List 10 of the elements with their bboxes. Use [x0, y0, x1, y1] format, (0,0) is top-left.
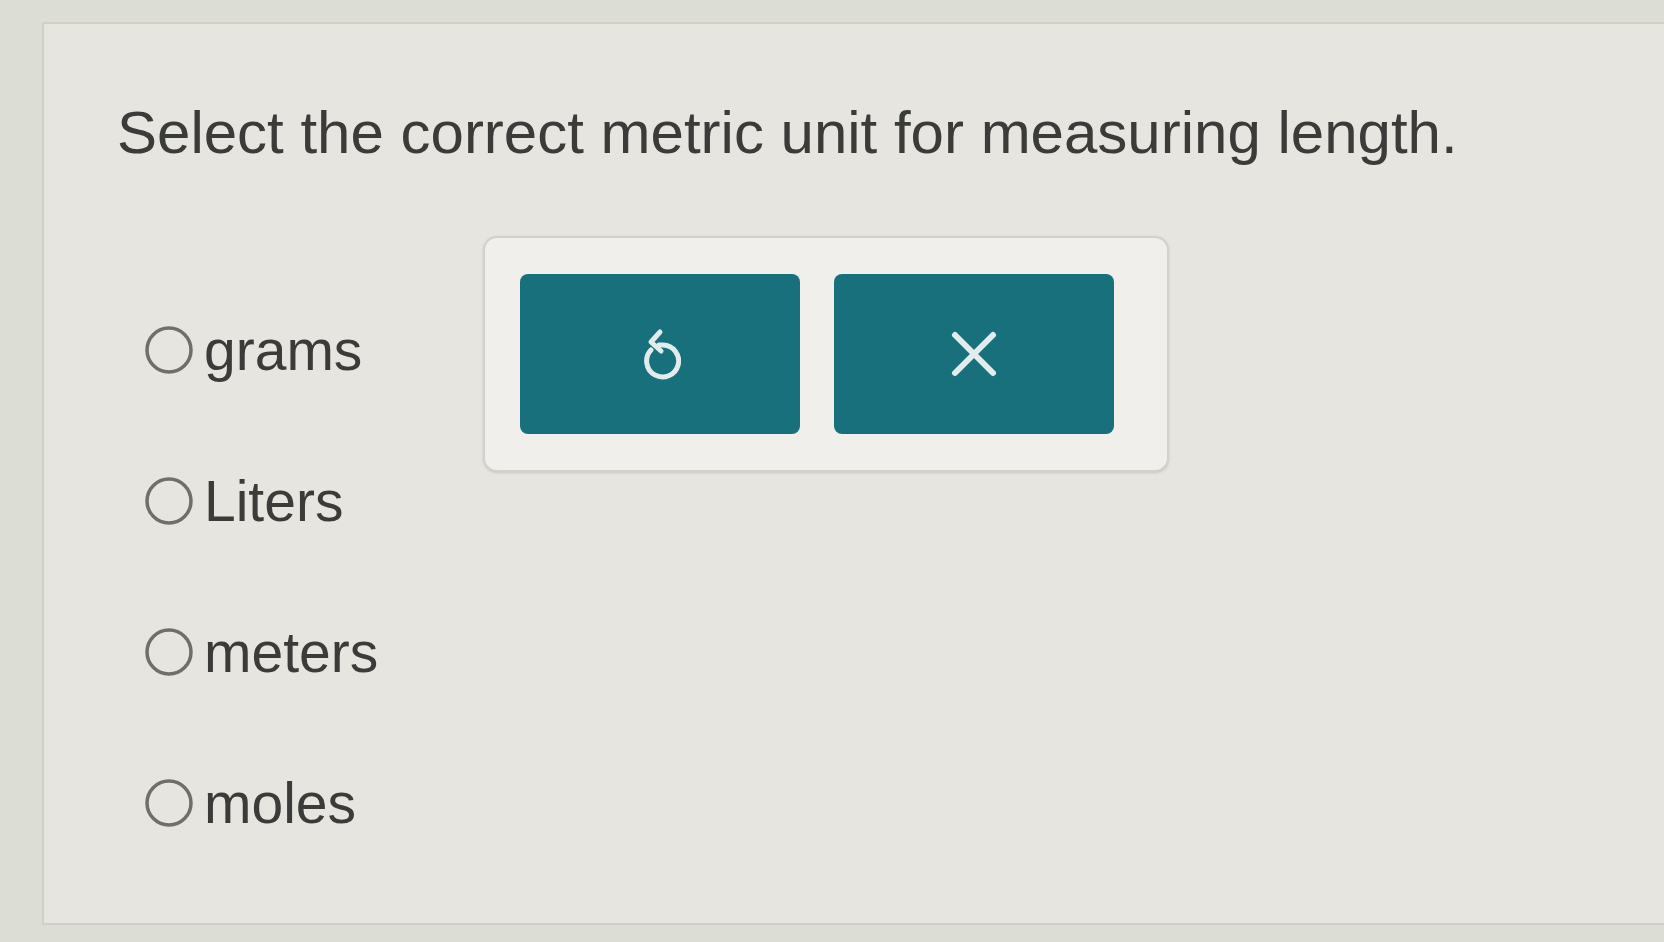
radio-button[interactable] — [145, 477, 193, 525]
option-label[interactable]: Liters — [204, 467, 344, 535]
option-label[interactable]: moles — [204, 769, 357, 837]
option-label[interactable]: grams — [204, 316, 363, 384]
option-label[interactable]: meters — [204, 618, 379, 686]
radio-button[interactable] — [145, 779, 193, 827]
radio-button[interactable] — [145, 326, 193, 374]
radio-button[interactable] — [145, 628, 193, 676]
question-text: Select the correct metric unit for measuring length. — [117, 98, 1458, 168]
close-icon — [950, 330, 998, 378]
